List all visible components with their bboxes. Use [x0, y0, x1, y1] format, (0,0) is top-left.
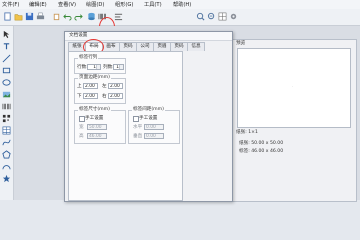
menu-help[interactable]: 帮助(H): [173, 1, 191, 8]
zoom-in-icon[interactable]: [196, 12, 205, 21]
print-icon[interactable]: [36, 12, 45, 21]
margin-top-input[interactable]: 2.00: [83, 83, 98, 89]
qrcode-icon[interactable]: [2, 114, 11, 123]
rectangle-icon[interactable]: [2, 66, 11, 75]
rows-input[interactable]: 1: [87, 64, 101, 70]
preview-paper-size: 纸张: 50.00 x 50.00: [239, 141, 284, 146]
menu-group[interactable]: 组形(G): [115, 1, 133, 8]
text-icon[interactable]: [2, 42, 11, 51]
new-icon[interactable]: [3, 12, 12, 21]
menu-view[interactable]: 查看(V): [58, 1, 76, 8]
margin-top-label: 上: [77, 84, 82, 89]
margin-right-label: 右: [102, 94, 107, 99]
rows-spinner[interactable]: [96, 65, 100, 69]
rows-cols-group: 标签行列 行数: 1 列数: 1: [74, 55, 126, 74]
menu-edit[interactable]: 编辑(E): [29, 1, 47, 8]
margin-left-label: 左: [102, 84, 107, 89]
line-icon[interactable]: [2, 54, 11, 63]
grid-icon[interactable]: [218, 12, 227, 21]
open-icon[interactable]: [14, 12, 23, 21]
pointer-icon[interactable]: [2, 30, 11, 39]
label-spacing-group: 标签间距(mm) 手工设置 水平 0.00 垂直 0.00: [128, 107, 180, 144]
label-height-label: 高: [79, 134, 84, 139]
label-spacing-group-title: 标签间距(mm): [132, 107, 165, 113]
cols-spinner[interactable]: [119, 65, 123, 69]
tab-info[interactable]: 信息: [187, 42, 205, 51]
layout-panel: 标签行列 行数: 1 列数: 1 页面边距(mm) 上 2.00 左 2.00 …: [68, 51, 183, 201]
polygon-icon[interactable]: [2, 150, 11, 159]
settings-icon[interactable]: [229, 12, 238, 21]
tab-company[interactable]: 公司: [136, 42, 154, 51]
margins-group: 页面边距(mm) 上 2.00 左 2.00 下 2.00 右 2.00: [74, 75, 126, 104]
dialog-title: 文档设置: [69, 33, 88, 38]
margin-right-input[interactable]: 2.00: [108, 93, 123, 99]
database-icon[interactable]: [87, 12, 96, 21]
barcode-tool-icon[interactable]: [2, 102, 11, 111]
tab-page-number[interactable]: 页码: [119, 42, 137, 51]
label-size-group-title: 标签尺寸(mm): [78, 107, 111, 113]
menu-draw[interactable]: 绘图(D): [86, 1, 104, 8]
margins-group-title: 页面边距(mm): [78, 75, 111, 81]
align-icon[interactable]: [114, 12, 123, 21]
label-spacing-manual-label: 手工设置: [139, 116, 158, 121]
spacing-vertical-label: 垂直: [133, 134, 143, 139]
label-height-input[interactable]: 46.00: [87, 133, 107, 139]
save-icon[interactable]: [25, 12, 34, 21]
undo-icon[interactable]: [63, 12, 72, 21]
curve-icon[interactable]: [2, 138, 11, 147]
preview-title: 预览: [236, 41, 246, 46]
spacing-horizontal-label: 水平: [133, 125, 143, 130]
ellipse-icon[interactable]: [2, 78, 11, 87]
menubar: 文件(F) 编辑(E) 查看(V) 绘图(D) 组形(G) 工具(T) 帮助(H…: [0, 0, 360, 9]
left-toolbar: [0, 26, 14, 200]
preview-label-size: 标签: 46.00 x 46.00: [239, 149, 284, 154]
label-size-group: 标签尺寸(mm) 手工设置 宽 50.00 高 46.00: [74, 107, 126, 144]
document-settings-dialog: 文档设置 纸张 布局 画布 页码 公司 页眉 页码 信息 标签行列 行数: 1 …: [64, 31, 233, 202]
spacing-horizontal-input[interactable]: 0.00: [144, 124, 164, 130]
tab-header[interactable]: 页眉: [153, 42, 171, 51]
image-icon[interactable]: [2, 90, 11, 99]
menu-tools[interactable]: 工具(T): [144, 1, 162, 8]
star-icon[interactable]: [2, 174, 11, 183]
toolbar: [0, 9, 360, 37]
label-width-label: 宽: [79, 125, 84, 130]
zoom-out-icon[interactable]: [207, 12, 216, 21]
preview-pane: 预览 · 纸张: 1×1 纸张: 50.00 x 50.00 标签: 46.00…: [232, 39, 357, 202]
arc-icon[interactable]: [2, 162, 11, 171]
menu-file[interactable]: 文件(F): [2, 1, 19, 8]
redo-icon[interactable]: [74, 12, 83, 21]
label-width-input[interactable]: 50.00: [87, 124, 107, 130]
margin-left-input[interactable]: 2.00: [108, 83, 123, 89]
spacing-vertical-input[interactable]: 0.00: [144, 133, 164, 139]
preview-grid-label: 纸张: 1×1: [236, 130, 258, 135]
tab-page-number-2[interactable]: 页码: [170, 42, 188, 51]
table-icon[interactable]: [2, 126, 11, 135]
label-size-manual-label: 手工设置: [85, 116, 104, 121]
rows-cols-group-title: 标签行列: [78, 55, 99, 61]
preview-canvas: ·: [237, 48, 351, 128]
tab-canvas[interactable]: 画布: [102, 42, 120, 51]
margin-bottom-label: 下: [77, 94, 82, 99]
margin-bottom-input[interactable]: 2.00: [83, 93, 98, 99]
preview-label-dot: ·: [292, 84, 293, 88]
paste-icon[interactable]: [52, 12, 61, 21]
cols-input[interactable]: 1: [113, 64, 124, 70]
